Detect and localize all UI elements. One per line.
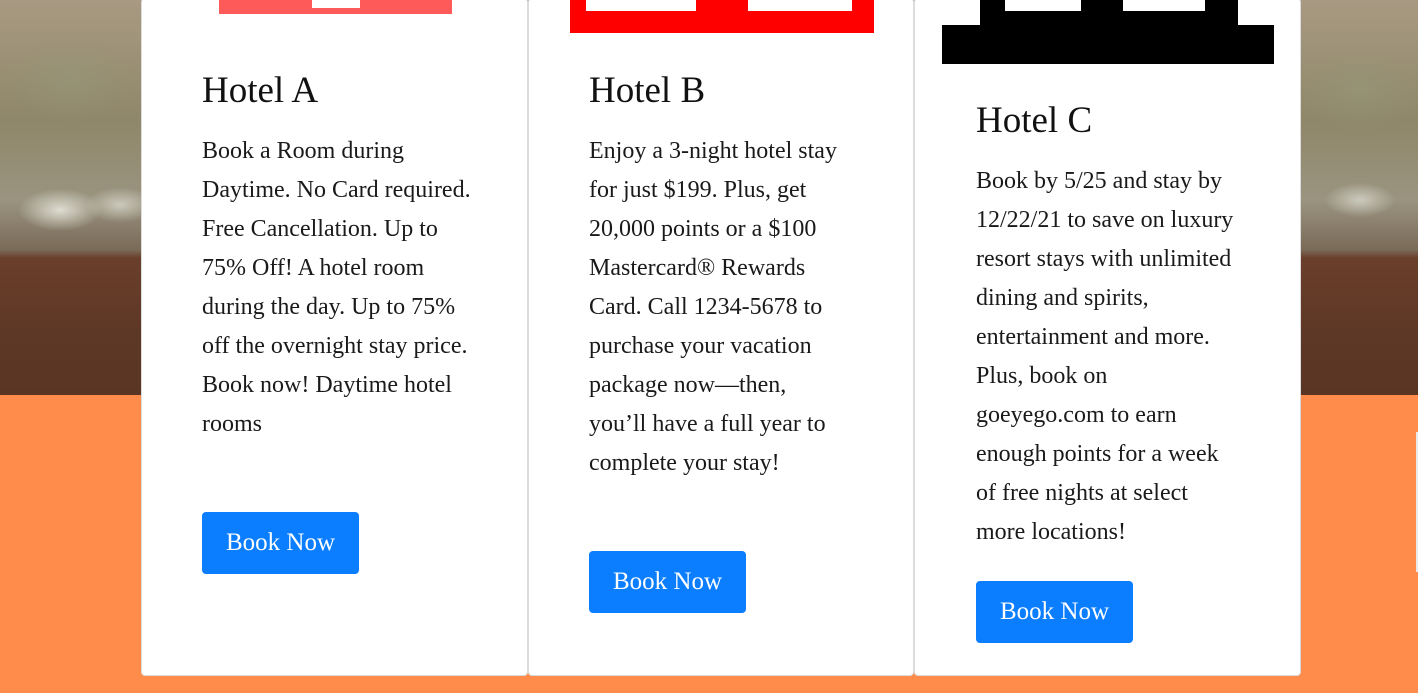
hotel-card-a: Hotel A Book a Room during Daytime. No C… — [141, 0, 528, 676]
hotel-card-b: Hotel B Enjoy a 3-night hotel stay for j… — [528, 0, 914, 676]
hotel-description: Book a Room during Daytime. No Card requ… — [202, 138, 471, 437]
hotel-description: Enjoy a 3-night hotel stay for just $199… — [589, 138, 837, 476]
hotel-description: Book by 5/25 and stay by 12/22/21 to sav… — [976, 168, 1234, 545]
book-now-button[interactable]: Book Now — [589, 551, 746, 613]
hotel-b-image — [570, 0, 874, 33]
hotel-c-image — [942, 0, 1274, 64]
hotel-card-c: Hotel C Book by 5/25 and stay by 12/22/2… — [914, 0, 1301, 676]
hotel-title: Hotel B — [589, 70, 706, 111]
book-now-button[interactable]: Book Now — [202, 512, 359, 574]
hotel-title: Hotel C — [976, 100, 1093, 141]
book-now-button[interactable]: Book Now — [976, 581, 1133, 643]
hotel-a-image — [219, 0, 452, 14]
hotel-title: Hotel A — [202, 70, 319, 111]
